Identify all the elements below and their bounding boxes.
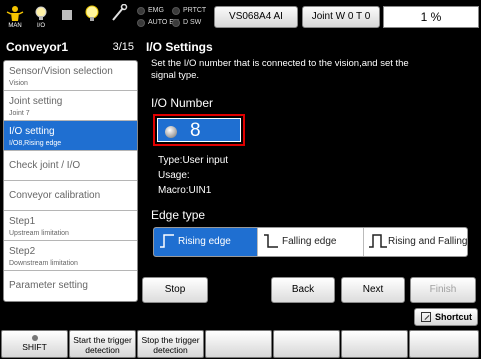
edge-type-label: Edge type <box>151 208 206 222</box>
function-key-5[interactable] <box>273 330 340 358</box>
list-item-check-joint-io[interactable]: Check joint / I/O <box>4 151 137 181</box>
list-item-joint-setting[interactable]: Joint setting Joint 7 <box>4 91 137 121</box>
list-item-sub: I/O8,Rising edge <box>9 140 62 147</box>
description-line2: signal type. <box>151 70 200 81</box>
tool-icon <box>108 4 130 32</box>
d-sw-lamp <box>172 19 180 27</box>
list-item-sub: Vision <box>9 80 28 87</box>
status-bar: MAN I/O EMG PRTCT AUTO EN D SW VS068A4 A… <box>0 0 481 34</box>
edge-option-label: Rising edge <box>178 236 231 247</box>
fkey-label: Start the trigger <box>73 335 132 345</box>
fkey-label: Stop the trigger <box>141 335 200 345</box>
finish-button[interactable]: Finish <box>410 277 476 303</box>
function-key-7[interactable] <box>409 330 479 358</box>
start-trigger-detection-key[interactable]: Start the trigger detection <box>69 330 136 358</box>
page-title: I/O Settings <box>146 40 213 54</box>
prtct-lamp <box>172 7 180 15</box>
shift-key[interactable]: SHIFT <box>1 330 68 358</box>
io-number-box: 8 <box>157 118 241 142</box>
list-item-step1[interactable]: Step1 Upstream limitation <box>4 211 137 241</box>
list-item-conveyor-calibration[interactable]: Conveyor calibration <box>4 181 137 211</box>
fkey-label2: detection <box>85 345 120 355</box>
list-item-step2[interactable]: Step2 Downstream limitation <box>4 241 137 271</box>
lamp-icon <box>81 4 103 32</box>
falling-edge-icon <box>264 234 278 248</box>
description-line1: Set the I/O number that is connected to … <box>151 58 409 69</box>
shift-indicator-icon <box>31 335 38 341</box>
list-item-label: Check joint / I/O <box>9 160 81 171</box>
io-type: Type:User input <box>158 155 229 166</box>
auto-en-lamp <box>137 19 145 27</box>
edge-type-selector: Rising edge Falling edge Rising and Fall… <box>153 227 468 257</box>
list-item-parameter-setting[interactable]: Parameter setting <box>4 271 137 301</box>
main-header: I/O Settings <box>146 36 481 58</box>
io-state-lamp-icon <box>165 126 177 138</box>
conveyor-title: Conveyor1 <box>6 40 69 54</box>
edge-option-rising[interactable]: Rising edge <box>154 228 258 256</box>
shortcut-label: Shortcut <box>435 312 472 322</box>
description: Set the I/O number that is connected to … <box>151 58 471 82</box>
list-item-sub: Joint 7 <box>9 110 30 117</box>
stop-button[interactable]: Stop <box>142 277 208 303</box>
list-item-label: Step2 <box>9 246 36 257</box>
list-item-sub: Upstream limitation <box>9 230 69 237</box>
function-key-bar: SHIFT Start the trigger detection Stop t… <box>0 329 481 359</box>
edge-option-label: Rising and Falling <box>388 236 468 247</box>
shortcut-icon <box>421 312 431 322</box>
rising-falling-edge-icon <box>369 234 387 248</box>
emg-label: EMG <box>148 7 164 14</box>
io-usage: Usage: <box>158 170 190 181</box>
io-number-label: I/O Number <box>151 96 214 110</box>
list-item-label: I/O setting <box>9 126 55 137</box>
io-monitor-icon[interactable]: I/O <box>30 4 52 32</box>
io-number-value: 8 <box>190 120 201 141</box>
edge-option-rising-and-falling[interactable]: Rising and Falling <box>364 228 468 256</box>
next-button[interactable]: Next <box>341 277 405 303</box>
list-item-io-setting[interactable]: I/O setting I/O8,Rising edge <box>4 121 137 151</box>
step-list: Sensor/Vision selection Vision Joint set… <box>3 60 138 302</box>
joint-mode-button[interactable]: Joint W 0 T 0 <box>302 6 380 28</box>
function-key-4[interactable] <box>205 330 272 358</box>
list-item-label: Step1 <box>9 216 36 227</box>
shortcut-button[interactable]: Shortcut <box>414 308 478 326</box>
prtct-label: PRTCT <box>183 7 207 14</box>
page-indicator: 3/15 <box>112 41 134 53</box>
d-sw-label: D SW <box>183 19 202 26</box>
speed-indicator[interactable]: 1 % <box>383 6 479 28</box>
stop-indicator-icon <box>56 4 78 32</box>
edge-option-label: Falling edge <box>282 236 337 247</box>
left-panel-header: Conveyor1 3/15 <box>0 36 140 58</box>
robot-model-button[interactable]: VS068A4 AI <box>214 6 298 28</box>
list-item-label: Sensor/Vision selection <box>9 66 113 77</box>
io-number-field[interactable]: 8 <box>153 114 245 146</box>
list-item-sub: Downstream limitation <box>9 260 78 267</box>
list-item-sensor-vision[interactable]: Sensor/Vision selection Vision <box>4 61 137 91</box>
emg-lamp <box>137 7 145 15</box>
stop-trigger-detection-key[interactable]: Stop the trigger detection <box>137 330 204 358</box>
io-macro: Macro:UIN1 <box>158 185 212 196</box>
rising-edge-icon <box>160 234 174 248</box>
fkey-label2: detection <box>153 345 188 355</box>
back-button[interactable]: Back <box>271 277 335 303</box>
list-item-label: Joint setting <box>9 96 63 107</box>
function-key-6[interactable] <box>341 330 408 358</box>
fkey-label: SHIFT <box>22 342 47 352</box>
list-item-label: Conveyor calibration <box>9 190 101 201</box>
io-caption: I/O <box>36 23 45 29</box>
list-item-label: Parameter setting <box>9 280 88 291</box>
edge-option-falling[interactable]: Falling edge <box>258 228 364 256</box>
man-mode-icon[interactable]: MAN <box>4 4 26 32</box>
man-caption: MAN <box>8 23 22 29</box>
